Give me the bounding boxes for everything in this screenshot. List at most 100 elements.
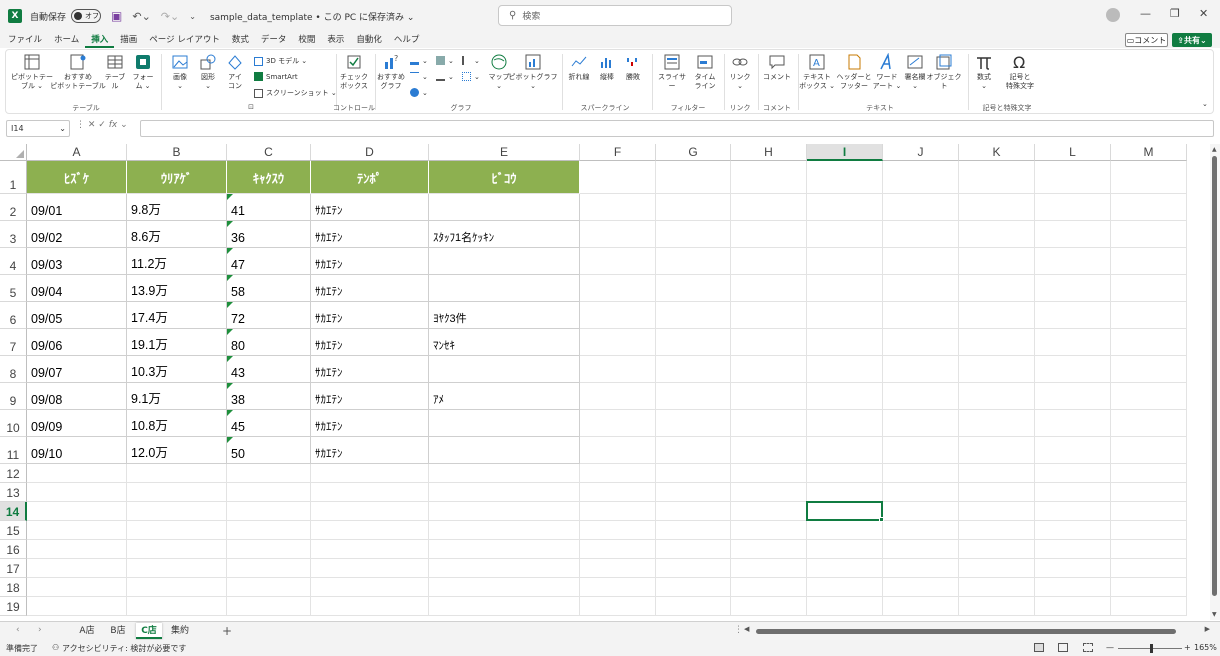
cell[interactable] — [807, 483, 883, 502]
cell[interactable] — [959, 559, 1035, 578]
cell[interactable] — [883, 464, 959, 483]
collapse-ribbon-icon[interactable]: ⌄ — [1202, 100, 1208, 108]
share-button[interactable]: ⇪ 共有 ⌄ — [1172, 33, 1212, 47]
table-cell[interactable]: 47 — [227, 248, 311, 275]
scroll-left-icon[interactable]: ◀ — [744, 625, 749, 633]
table-cell[interactable]: 45 — [227, 410, 311, 437]
insert-function-icon[interactable]: fx — [109, 120, 118, 130]
cell[interactable] — [656, 221, 731, 248]
cell[interactable] — [227, 521, 311, 540]
cell[interactable] — [656, 578, 731, 597]
cell[interactable] — [429, 559, 580, 578]
table-cell[interactable] — [429, 275, 580, 302]
column-chart-button[interactable]: ⌄ — [410, 56, 428, 65]
table-cell[interactable]: 09/03 — [27, 248, 127, 275]
pie-chart-button[interactable]: ⌄ — [410, 88, 428, 97]
tab-formulas[interactable]: 数式 — [226, 32, 255, 48]
fill-handle[interactable] — [879, 517, 884, 522]
cell[interactable] — [127, 540, 227, 559]
row-header-5[interactable]: 5 — [0, 275, 27, 302]
column-header-g[interactable]: G — [656, 144, 731, 161]
cell[interactable] — [807, 437, 883, 464]
table-cell[interactable]: 09/01 — [27, 194, 127, 221]
cell[interactable] — [807, 248, 883, 275]
cell[interactable] — [807, 597, 883, 616]
cell[interactable] — [27, 483, 127, 502]
row-header-18[interactable]: 18 — [0, 578, 27, 597]
cell[interactable] — [1035, 521, 1111, 540]
3d-model-button[interactable]: 3D モデル ⌄ — [254, 56, 307, 66]
timeline-button[interactable]: タイム ライン — [692, 53, 718, 90]
checkbox-button[interactable]: チェック ボックス — [338, 53, 370, 90]
cell[interactable] — [1035, 275, 1111, 302]
page-layout-view-icon[interactable] — [1058, 643, 1068, 652]
cell[interactable] — [807, 464, 883, 483]
table-cell[interactable]: ｻｶｴﾃﾝ — [311, 383, 429, 410]
cell[interactable] — [311, 559, 429, 578]
cell[interactable] — [807, 383, 883, 410]
cell[interactable] — [127, 559, 227, 578]
table-cell[interactable]: 38 — [227, 383, 311, 410]
scroll-up-icon[interactable]: ▲ — [1212, 146, 1217, 153]
cell[interactable] — [807, 194, 883, 221]
customize-toolbar-icon[interactable]: ⌄ — [189, 12, 196, 21]
cell[interactable] — [580, 221, 656, 248]
row-header-9[interactable]: 9 — [0, 383, 27, 410]
cell[interactable] — [731, 502, 807, 521]
cell[interactable] — [959, 540, 1035, 559]
table-cell[interactable]: 09/06 — [27, 329, 127, 356]
column-header-m[interactable]: M — [1111, 144, 1187, 161]
cell[interactable] — [127, 464, 227, 483]
waterfall-chart-button[interactable]: ⌄ — [462, 56, 480, 65]
sheet-tab-b[interactable]: B店 — [104, 623, 132, 639]
table-cell[interactable]: ｻｶｴﾃﾝ — [311, 356, 429, 383]
page-break-view-icon[interactable] — [1083, 643, 1093, 652]
cell[interactable] — [883, 248, 959, 275]
accessibility-status[interactable]: アクセシビリティ: 検討が必要です — [62, 643, 186, 654]
cell[interactable] — [959, 356, 1035, 383]
row-header-1[interactable]: 1 — [0, 161, 27, 194]
wordart-button[interactable]: ワード アート ⌄ — [872, 53, 902, 90]
table-cell[interactable]: 58 — [227, 275, 311, 302]
cell[interactable] — [731, 161, 807, 194]
table-cell[interactable]: ｻｶｴﾃﾝ — [311, 302, 429, 329]
cell[interactable] — [656, 521, 731, 540]
pivot-table-button[interactable]: ピボットテー ブル ⌄ — [11, 53, 53, 90]
cell[interactable] — [731, 248, 807, 275]
tab-draw[interactable]: 描画 — [114, 32, 143, 48]
cell[interactable] — [883, 597, 959, 616]
cell[interactable] — [1111, 221, 1187, 248]
sparkline-line-button[interactable]: 折れ線 — [566, 53, 592, 82]
normal-view-icon[interactable] — [1034, 643, 1044, 652]
table-cell[interactable]: 09/02 — [27, 221, 127, 248]
cell[interactable] — [883, 559, 959, 578]
cell[interactable] — [580, 194, 656, 221]
table-cell[interactable] — [429, 356, 580, 383]
column-header-l[interactable]: L — [1035, 144, 1111, 161]
horizontal-scroll-thumb[interactable] — [756, 629, 1176, 634]
cell[interactable] — [311, 502, 429, 521]
table-cell[interactable]: 17.4万 — [127, 302, 227, 329]
add-sheet-icon[interactable]: + — [222, 624, 232, 638]
scroll-right-icon[interactable]: ▶ — [1205, 625, 1210, 633]
undo-icon[interactable]: ↶⌄ — [132, 10, 150, 23]
close-icon[interactable]: ✕ — [1199, 7, 1208, 20]
cell[interactable] — [311, 521, 429, 540]
cell[interactable] — [1035, 194, 1111, 221]
cell[interactable] — [27, 521, 127, 540]
prev-sheet-icon[interactable]: ‹ — [16, 625, 20, 635]
column-header-i[interactable]: I — [807, 144, 883, 161]
horizontal-scrollbar[interactable]: ◀ ▶ — [744, 625, 1210, 637]
scatter-chart-button[interactable]: ⌄ — [462, 72, 480, 81]
table-cell[interactable] — [429, 194, 580, 221]
cell[interactable] — [127, 521, 227, 540]
restore-icon[interactable]: ❐ — [1170, 7, 1180, 20]
cell[interactable] — [1035, 302, 1111, 329]
table-cell[interactable]: ｻｶｴﾃﾝ — [311, 329, 429, 356]
minimize-icon[interactable]: — — [1140, 7, 1151, 20]
table-header-cell[interactable]: ｳﾘｱｹﾞ — [127, 161, 227, 194]
table-cell[interactable]: 09/10 — [27, 437, 127, 464]
document-title[interactable]: sample_data_template • この PC に保存済み ⌄ — [210, 10, 415, 23]
cell[interactable] — [580, 464, 656, 483]
tab-data[interactable]: データ — [255, 32, 293, 48]
